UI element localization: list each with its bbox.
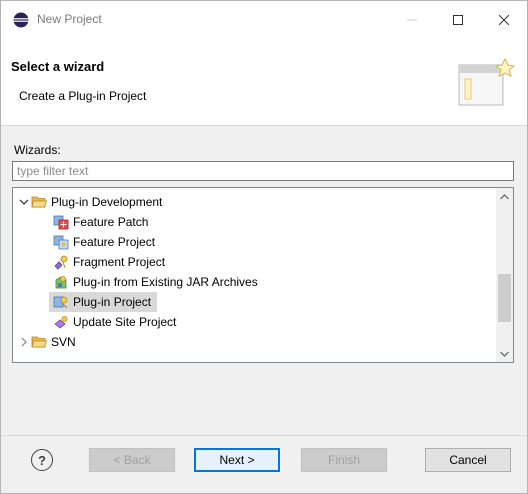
title-bar: New Project <box>1 1 527 39</box>
window-title: New Project <box>37 12 102 26</box>
footer-separator <box>1 435 527 436</box>
feature-patch-icon <box>53 215 69 230</box>
maximize-icon <box>453 15 463 25</box>
minimize-icon <box>407 19 417 21</box>
new-project-dialog: New Project Select a wizard Create a Plu… <box>0 0 528 494</box>
chevron-up-icon <box>500 193 509 199</box>
update-site-icon <box>54 316 68 329</box>
next-button[interactable]: Next > <box>194 448 280 472</box>
fragment-project-icon <box>54 255 68 270</box>
new-wizard-banner-icon <box>458 57 516 106</box>
plugin-project-icon <box>53 296 68 309</box>
tree-item-fragment-project[interactable]: Fragment Project <box>53 252 165 272</box>
back-button[interactable]: < Back <box>89 448 175 472</box>
tree-item-feature-project[interactable]: Feature Project <box>53 232 155 252</box>
cancel-button[interactable]: Cancel <box>425 448 511 472</box>
banner-title: Select a wizard <box>11 59 105 74</box>
scroll-up-button[interactable] <box>496 188 513 205</box>
tree-item-label: Feature Patch <box>73 215 149 229</box>
tree-item-label: Update Site Project <box>73 315 177 329</box>
wizards-label: Wizards: <box>14 143 61 157</box>
tree-item-label: Fragment Project <box>73 255 166 269</box>
tree-item-svn[interactable]: SVN <box>17 332 76 352</box>
scroll-thumb[interactable] <box>498 274 511 322</box>
tree-item-plugin-development[interactable]: Plug-in Development <box>17 192 497 212</box>
maximize-button[interactable] <box>435 1 481 39</box>
wizard-banner: Select a wizard Create a Plug-in Project <box>1 39 527 126</box>
tree-item-label: Plug-in Project <box>73 295 152 309</box>
close-icon <box>499 15 509 25</box>
finish-button[interactable]: Finish <box>301 448 387 472</box>
tree-item-label: Plug-in from Existing JAR Archives <box>73 275 258 289</box>
chevron-down-icon <box>500 351 509 357</box>
chevron-down-icon[interactable] <box>17 192 31 212</box>
tree-item-plugin-project[interactable]: Plug-in Project <box>49 292 158 312</box>
chevron-right-icon[interactable] <box>17 332 31 352</box>
help-button[interactable]: ? <box>31 449 53 471</box>
wizard-tree[interactable]: Plug-in Development Feature Patch Featur… <box>12 187 514 363</box>
tree-item-label: Feature Project <box>73 235 156 249</box>
folder-open-icon <box>31 196 47 208</box>
tree-scrollbar[interactable] <box>496 188 513 362</box>
minimize-button[interactable] <box>389 1 435 39</box>
filter-input[interactable] <box>12 161 514 181</box>
tree-item-feature-patch[interactable]: Feature Patch <box>53 212 148 232</box>
tree-item-label: Plug-in Development <box>51 195 163 209</box>
feature-project-icon <box>53 235 69 250</box>
tree-item-plugin-from-jar[interactable]: Plug-in from Existing JAR Archives <box>53 272 258 292</box>
plugin-jar-icon <box>55 276 67 289</box>
close-button[interactable] <box>481 1 527 39</box>
tree-item-update-site-project[interactable]: Update Site Project <box>53 312 176 332</box>
banner-description: Create a Plug-in Project <box>19 89 147 103</box>
eclipse-logo-icon <box>13 12 29 28</box>
folder-icon <box>31 336 47 348</box>
tree-item-label: SVN <box>51 335 76 349</box>
scroll-down-button[interactable] <box>496 345 513 362</box>
